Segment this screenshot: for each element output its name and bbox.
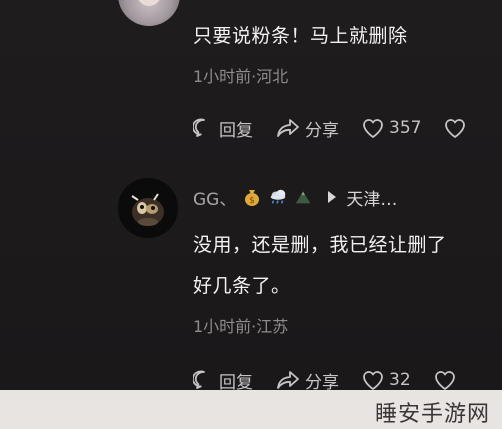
watermark-text: 睡安手游网: [374, 402, 490, 427]
avatar[interactable]: [118, 0, 180, 26]
reply-label: 回复: [219, 120, 253, 141]
heart-icon: [363, 119, 383, 138]
comment-text-line1: 没用，还是删，我已经让删了: [193, 234, 447, 256]
reply-bubble-icon: [193, 118, 205, 137]
avatar-image: [118, 178, 178, 238]
comment-list: 只要说粉条！马上就删除 1小时前·河北 回复 分享 357 GG、 $ 天津… …: [0, 0, 502, 390]
avatar-face: [136, 0, 162, 6]
like-button[interactable]: 32: [361, 369, 411, 390]
reply-to-user[interactable]: 天津…: [346, 185, 397, 210]
rain-cloud-icon: [268, 187, 288, 207]
money-bag-icon: $: [242, 187, 262, 207]
heart-outline-icon: [434, 371, 455, 390]
share-arrow-icon: [277, 119, 299, 137]
like-button[interactable]: 357: [361, 117, 421, 139]
avatar[interactable]: [118, 178, 178, 238]
reply-button[interactable]: 回复: [193, 368, 253, 391]
reply-button[interactable]: 回复: [193, 116, 253, 141]
username[interactable]: GG、: [193, 185, 236, 210]
comment-actions: 回复 分享 357: [193, 115, 489, 141]
heart-icon: [363, 371, 383, 390]
share-button[interactable]: 分享: [275, 368, 339, 391]
like-count: 357: [389, 118, 422, 138]
share-arrow-icon: [277, 371, 299, 389]
share-label: 分享: [305, 372, 339, 391]
dislike-button[interactable]: [433, 369, 457, 390]
svg-text:$: $: [249, 196, 255, 206]
mountain-icon: [294, 187, 314, 207]
heart-outline-icon: [445, 119, 466, 138]
comment-meta: 1小时前·江苏: [193, 317, 289, 336]
dislike-button[interactable]: [443, 117, 467, 139]
comment-text: 只要说粉条！马上就删除: [193, 25, 408, 47]
share-button[interactable]: 分享: [275, 116, 339, 141]
comment-actions: 回复 分享 32: [193, 367, 479, 390]
comment-text-line2: 好几条了。: [193, 275, 291, 297]
share-label: 分享: [305, 120, 339, 141]
like-count: 32: [389, 370, 411, 390]
reply-bubble-icon: [193, 370, 205, 389]
comment-meta: 1小时前·河北: [193, 67, 289, 86]
reply-label: 回复: [219, 372, 253, 391]
reply-arrow-icon: [328, 191, 337, 203]
comment-header: GG、 $ 天津…: [193, 184, 397, 210]
